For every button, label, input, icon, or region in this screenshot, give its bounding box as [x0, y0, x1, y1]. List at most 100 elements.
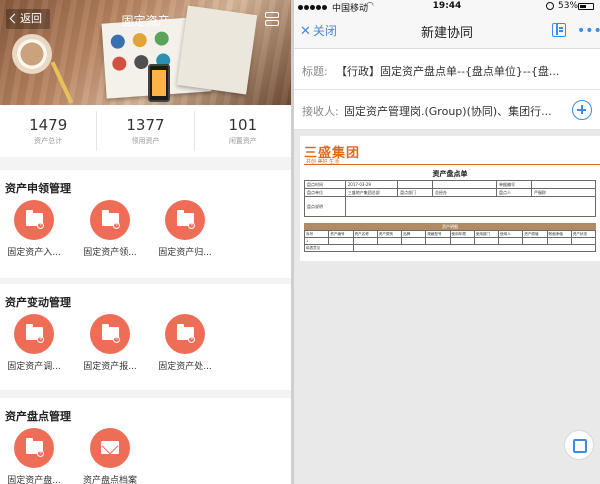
- form-cell: 盘点人: [496, 188, 532, 197]
- remark-value[interactable]: [344, 196, 597, 217]
- detail-grid-title: 资产明细: [304, 223, 596, 230]
- stat-label: 资产总计: [34, 137, 63, 145]
- summary-value[interactable]: [352, 244, 596, 252]
- inventory-form-document[interactable]: 三盛集团 共创 美好 生活 资产盘点单 盘点时间 2017-03-29 单据编号: [300, 136, 600, 261]
- more-icon[interactable]: •••: [577, 23, 600, 39]
- recipient-value[interactable]: 固定资产管理岗.(Group)(协同)、集团行...: [344, 103, 568, 119]
- form-row: 盘点时间 2017-03-29 单据编号: [304, 180, 597, 189]
- tile-asset-claim[interactable]: 固定资产领...: [72, 200, 148, 258]
- section-title: 资产变动管理: [5, 296, 71, 309]
- stat-idle[interactable]: 101 闲置资产: [195, 111, 291, 151]
- grid-cell[interactable]: [570, 237, 597, 245]
- phone-image: [148, 64, 170, 102]
- grid-cell[interactable]: [522, 237, 548, 245]
- form-cell: 单据编号: [496, 180, 532, 189]
- form-cell[interactable]: 2017-03-29: [344, 180, 399, 189]
- tile-label: 资产盘点档案: [82, 476, 137, 484]
- grid-column-header: 资产类别: [376, 230, 403, 238]
- tile-asset-transfer[interactable]: 固定资产调...: [0, 314, 72, 372]
- brand-divider: [304, 164, 600, 165]
- tile-inventory-archive[interactable]: 资产盘点档案: [72, 428, 148, 484]
- grid-column-header: 资产原值: [522, 230, 548, 238]
- stat-label: 闲置资产: [228, 137, 257, 145]
- grid-column-header: 使用人: [497, 230, 524, 238]
- subject-value[interactable]: 【行政】固定资产盘点单--{盘点单位}--{盘...: [336, 63, 598, 79]
- new-collaboration-pane: 中国移动 ◠ 19:44 53% ✕ 关闭 新建协同 ••• 标题: 【行政】固定…: [294, 0, 600, 484]
- stat-total[interactable]: 1479 资产总计: [0, 111, 98, 151]
- battery-percent: 53%: [558, 1, 579, 11]
- status-bar: 中国移动 ◠ 19:44 53%: [294, 0, 600, 14]
- subject-label: 标题:: [302, 65, 328, 78]
- form-row: 盘点单位 三盛地产集团总部 盘点部门 总经办 盘点人 严福财: [304, 188, 597, 197]
- tile-asset-dispose[interactable]: 固定资产处...: [147, 314, 223, 372]
- grid-cell[interactable]: [425, 237, 451, 245]
- tile-asset-report[interactable]: 固定资产报...: [72, 314, 148, 372]
- recipient-label: 接收人:: [302, 105, 339, 118]
- grid-cell[interactable]: 1: [303, 237, 330, 245]
- summary-label: 填表意见: [304, 244, 354, 252]
- form-row: 盘点说明: [304, 196, 597, 217]
- folder-plus-icon: [14, 200, 54, 240]
- section-asset-inventory: 资产盘点管理 固定资产盘... 资产盘点档案: [0, 398, 291, 484]
- scan-button[interactable]: [564, 430, 594, 460]
- grid-summary-row: 填表意见: [304, 244, 596, 252]
- stat-in-use[interactable]: 1377 领用资产: [97, 111, 195, 151]
- grid-cell[interactable]: [497, 237, 524, 245]
- grid-cell[interactable]: [400, 237, 427, 245]
- stat-label: 领用资产: [131, 137, 160, 145]
- tile-label: 固定资产归...: [158, 248, 212, 258]
- tile-label: 固定资产调...: [7, 362, 61, 372]
- document-preview-area: 三盛集团 共创 美好 生活 资产盘点单 盘点时间 2017-03-29 单据编号: [294, 130, 600, 484]
- grid-data-row[interactable]: 1: [303, 237, 597, 245]
- grid-column-header: 使用年限: [449, 230, 475, 238]
- form-cell[interactable]: 严福财: [530, 188, 597, 197]
- nav-header: ✕ 关闭 新建协同 •••: [294, 13, 600, 49]
- tile-label: 固定资产处...: [158, 362, 212, 372]
- grid-cell[interactable]: [473, 237, 500, 245]
- form-cell: 盘点单位: [304, 188, 346, 197]
- page-title: 固定资产: [121, 14, 170, 28]
- outline-icon[interactable]: [552, 23, 566, 37]
- folder-plus-icon: [14, 314, 54, 354]
- form-cell[interactable]: 总经办: [432, 188, 498, 197]
- form-header-table: 盘点时间 2017-03-29 单据编号 盘点单位 三盛地产集团总部 盘点部门 …: [304, 180, 597, 217]
- clock: 19:44: [432, 1, 462, 11]
- grid-cell[interactable]: [328, 237, 354, 245]
- section-asset-request: 资产申领管理 固定资产入... 固定资产领... 固定资产归...: [0, 170, 291, 278]
- tile-asset-in[interactable]: 固定资产入...: [0, 200, 72, 258]
- tile-asset-return[interactable]: 固定资产归...: [147, 200, 223, 258]
- folder-plus-icon: [165, 314, 205, 354]
- menu-icon[interactable]: [265, 12, 279, 28]
- tile-label: 固定资产领...: [83, 248, 137, 258]
- grid-column-header: 品牌: [400, 230, 427, 238]
- grid-cell[interactable]: [352, 237, 378, 245]
- folder-plus-icon: [90, 314, 130, 354]
- tile-label: 固定资产入...: [7, 248, 61, 258]
- grid-cell[interactable]: [376, 237, 403, 245]
- tile-asset-count[interactable]: 固定资产盘...: [0, 428, 72, 484]
- form-cell: [432, 180, 498, 189]
- stat-value: 1377: [126, 116, 165, 134]
- form-cell[interactable]: 三盛地产集团总部: [344, 188, 399, 197]
- grid-column-header: 账面净值: [546, 230, 572, 238]
- grid-cell[interactable]: [546, 237, 572, 245]
- grid-column-header: 资产编号: [328, 230, 354, 238]
- tile-label: 固定资产报...: [83, 362, 137, 372]
- envelope-icon: [90, 428, 130, 468]
- section-title: 资产申领管理: [5, 182, 71, 195]
- section-title: 资产盘点管理: [5, 410, 71, 423]
- stat-value: 101: [228, 116, 258, 134]
- form-cell[interactable]: [530, 180, 597, 189]
- grid-column-header: 序号: [303, 230, 330, 238]
- form-cell: 盘点部门: [397, 188, 434, 197]
- grid-column-header: 资产名称: [352, 230, 378, 238]
- subject-field[interactable]: 标题: 【行政】固定资产盘点单--{盘点单位}--{盘...: [294, 50, 600, 90]
- grid-cell[interactable]: [449, 237, 475, 245]
- grid-column-header: 资产状态: [570, 230, 597, 238]
- add-recipient-icon[interactable]: [572, 100, 592, 120]
- recipient-field[interactable]: 接收人: 固定资产管理岗.(Group)(协同)、集团行...: [294, 90, 600, 130]
- detail-grid-table: 序号 资产编号 资产名称 资产类别 品牌 规格型号 使用年限 使用部门 使用人 资产原值 账面净值资…: [303, 230, 597, 252]
- section-asset-change: 资产变动管理 固定资产调... 固定资产报... 固定资产处...: [0, 284, 291, 390]
- form-title: 资产盘点单: [432, 170, 468, 178]
- grid-column-header: 使用部门: [473, 230, 500, 238]
